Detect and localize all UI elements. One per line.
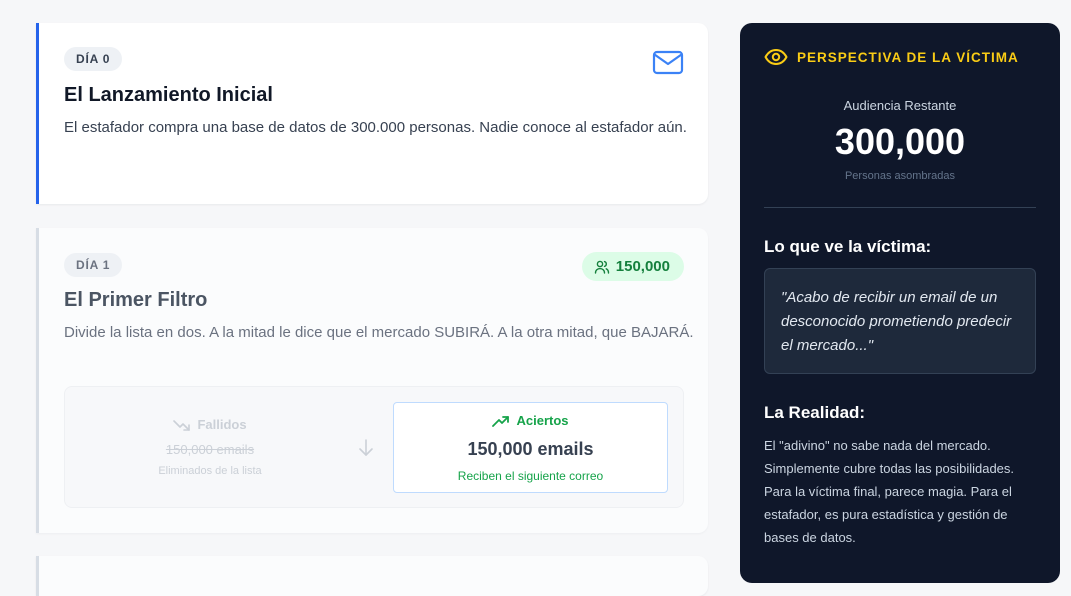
victim-quote: "Acabo de recibir un email de un descono… xyxy=(764,268,1036,374)
success-group: Aciertos 150,000 emails Reciben el sigui… xyxy=(393,402,668,493)
failed-header: Fallidos xyxy=(65,417,355,432)
panel-heading-label: PERSPECTIVA DE LA VÍCTIMA xyxy=(797,49,1019,65)
audience-value: 300,000 xyxy=(834,121,966,162)
day-badge: DÍA 0 xyxy=(64,47,123,71)
day-badge: DÍA 1 xyxy=(64,253,123,277)
users-icon xyxy=(594,260,609,274)
step-card-next xyxy=(36,556,708,596)
victim-sees-title: Lo que ve la víctima: xyxy=(764,237,932,256)
trending-down-icon xyxy=(173,419,191,431)
failed-amount: 150,000 emails xyxy=(165,442,255,457)
step-description: Divide la lista en dos. A la mitad le di… xyxy=(64,324,694,341)
trending-up-icon xyxy=(492,415,510,427)
audience-subtitle: Personas asombradas xyxy=(844,170,956,182)
arrow-down-icon xyxy=(359,439,373,456)
success-header: Aciertos xyxy=(394,413,667,428)
reality-text: El "adivino" no sabe nada del mercado. S… xyxy=(764,438,1015,545)
eye-icon xyxy=(764,49,788,65)
audience-count: 150,000 xyxy=(615,258,670,275)
audience-count-badge: 150,000 xyxy=(581,252,684,281)
step-card-day-0: DÍA 0 El Lanzamiento Inicial El estafado… xyxy=(36,23,708,204)
reality-title: La Realidad: xyxy=(764,403,866,422)
failed-label: Fallidos xyxy=(197,417,247,432)
audience-label: Audiencia Restante xyxy=(843,98,957,113)
success-note: Reciben el siguiente correo xyxy=(457,469,604,483)
failed-group: Fallidos 150,000 emails Eliminados de la… xyxy=(65,387,355,509)
success-label: Aciertos xyxy=(516,413,569,428)
panel-heading: PERSPECTIVA DE LA VÍCTIMA xyxy=(764,49,1019,65)
failed-note: Eliminados de la lista xyxy=(158,465,262,477)
step-card-day-1: DÍA 1 150,000 El Primer Filtro Divide la… xyxy=(36,228,708,533)
mail-icon xyxy=(652,50,684,75)
step-title: El Primer Filtro xyxy=(64,289,208,311)
victim-perspective-panel: PERSPECTIVA DE LA VÍCTIMA Audiencia Rest… xyxy=(740,23,1060,583)
step-title: El Lanzamiento Inicial xyxy=(64,84,273,106)
split-result: Fallidos 150,000 emails Eliminados de la… xyxy=(64,386,684,508)
divider xyxy=(764,207,1036,208)
success-amount: 150,000 emails xyxy=(467,439,594,459)
step-description: El estafador compra una base de datos de… xyxy=(64,119,687,136)
